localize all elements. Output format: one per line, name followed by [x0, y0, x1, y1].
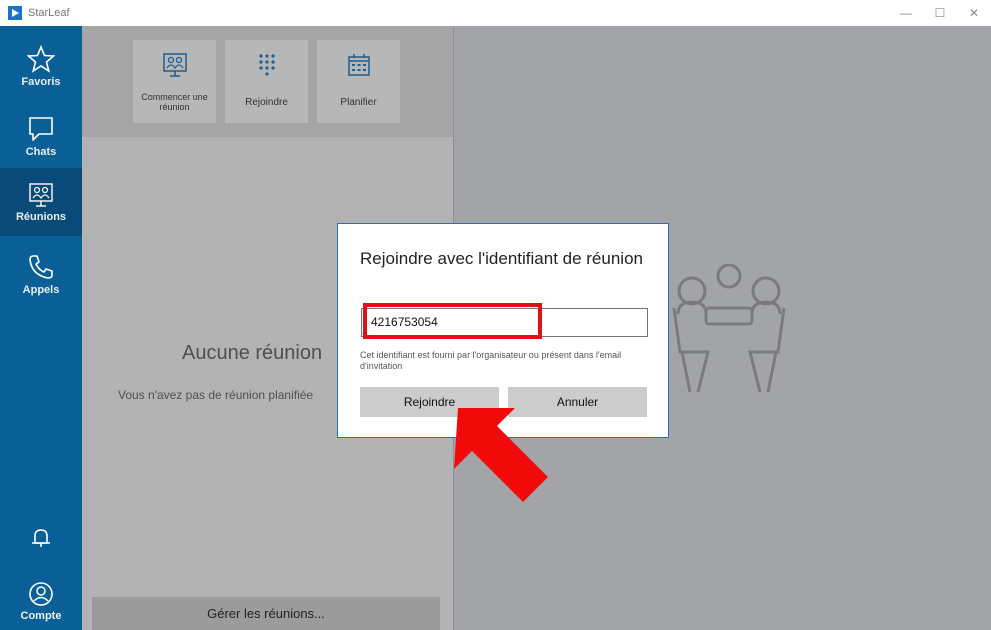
sidebar-item-label: Chats: [25, 145, 57, 158]
meeting-illustration-icon: [672, 264, 786, 393]
empty-state-title: Aucune réunion: [182, 342, 323, 364]
calendar-icon: [347, 54, 370, 76]
star-icon: [27, 44, 55, 73]
sidebar-item-chats[interactable]: Chats: [0, 102, 82, 170]
dialog-hint: Cet identifiant est fourni par l'organis…: [360, 350, 622, 371]
join-button[interactable]: Rejoindre: [225, 40, 308, 123]
meeting-icon: [162, 53, 187, 77]
sidebar-item-label: Compte: [20, 609, 62, 622]
start-meeting-label: Commencer une réunion: [141, 92, 208, 112]
sidebar-item-label: Réunions: [15, 210, 67, 223]
dialog-title: Rejoindre avec l'identifiant de réunion: [360, 249, 643, 268]
chat-bubble-icon: [29, 116, 53, 141]
meeting-icon: [29, 182, 53, 207]
notifications-button[interactable]: [0, 508, 82, 568]
red-arrow-icon: [454, 408, 548, 502]
maximize-button[interactable]: ☐: [923, 0, 957, 26]
minimize-button[interactable]: —: [889, 0, 923, 26]
sidebar-item-compte[interactable]: Compte: [0, 571, 82, 630]
sidebar-item-label: Appels: [22, 283, 60, 296]
schedule-label: Planifier: [340, 97, 377, 108]
input-highlight-box: [363, 303, 542, 339]
dialpad-icon: [258, 54, 275, 76]
starleaf-logo-icon: [8, 6, 22, 20]
sidebar: Favoris Chats Réunions Appels Compte: [0, 26, 82, 630]
title-bar: StarLeaf — ☐ ✕: [0, 0, 991, 26]
join-label: Rejoindre: [245, 97, 288, 108]
sidebar-item-reunions[interactable]: Réunions: [0, 168, 82, 236]
empty-state-subtitle: Vous n'avez pas de réunion planifiée: [118, 388, 314, 402]
schedule-button[interactable]: Planifier: [317, 40, 400, 123]
meetings-toolbar: Commencer une réunion Rejoindre Planifie…: [82, 26, 453, 137]
sidebar-item-appels[interactable]: Appels: [0, 240, 82, 308]
bell-icon: [32, 529, 50, 547]
start-meeting-button[interactable]: Commencer une réunion: [133, 40, 216, 123]
window-title: StarLeaf: [28, 7, 70, 19]
manage-meetings-button[interactable]: Gérer les réunions...: [92, 597, 440, 630]
phone-icon: [29, 254, 53, 279]
sidebar-item-favoris[interactable]: Favoris: [0, 32, 82, 100]
close-button[interactable]: ✕: [957, 0, 991, 26]
sidebar-item-label: Favoris: [21, 75, 61, 88]
account-icon: [29, 581, 53, 606]
